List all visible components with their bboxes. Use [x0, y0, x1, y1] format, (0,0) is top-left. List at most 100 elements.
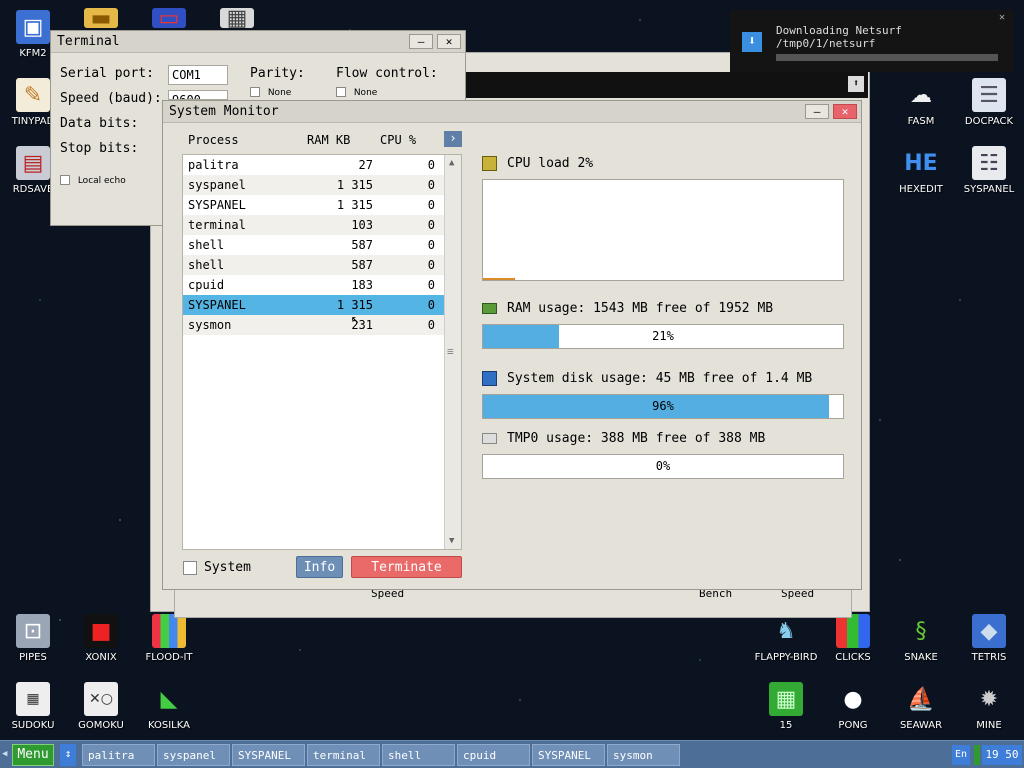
bird-icon: ♞ [776, 618, 796, 644]
process-row[interactable]: syspanel 1 315 0 [183, 175, 461, 195]
process-row[interactable]: terminal 103 0 [183, 215, 461, 235]
taskbar-item-syspanel[interactable]: syspanel [157, 744, 230, 766]
process-row[interactable]: cpuid 183 0 [183, 275, 461, 295]
process-row[interactable]: shell 587 0 [183, 255, 461, 275]
desktop-icon-clicks[interactable]: CLICKS [820, 614, 886, 663]
system-checkbox[interactable] [183, 560, 197, 575]
clock[interactable]: 19 50 [982, 745, 1022, 765]
notepad-icon: ✎ [16, 78, 50, 112]
system-checkbox-option[interactable]: System [183, 560, 251, 575]
parity-none-checkbox[interactable] [250, 86, 260, 97]
taskbar-item-shell[interactable]: shell [382, 744, 455, 766]
serial-port-field[interactable]: COM1 [168, 65, 228, 85]
window-switch-button[interactable]: ↕ [60, 744, 76, 766]
expand-panel-button[interactable]: › [444, 131, 462, 147]
desktop-icon-tetris[interactable]: ◆ TETRIS [956, 614, 1022, 663]
process-row[interactable]: sysmon 231 0 [183, 315, 461, 335]
scroll-down-icon[interactable]: ▼ [449, 536, 454, 546]
col-process[interactable]: Process [188, 133, 239, 147]
process-row-selected[interactable]: SYSPANEL 1 315 0 [183, 295, 461, 315]
serial-port-label: Serial port: [60, 66, 154, 81]
taskbar-item-syspanel-3[interactable]: SYSPANEL [532, 744, 605, 766]
local-echo-checkbox[interactable] [60, 174, 70, 185]
terminal-minimize-button[interactable]: — [409, 34, 433, 49]
desktop-icon-xonix[interactable]: ■ XONIX [68, 614, 134, 663]
process-ram: 103 [351, 218, 373, 232]
docpack-icon: ☰ [972, 78, 1006, 112]
flow-option[interactable]: None [336, 84, 377, 99]
flow-none-checkbox[interactable] [336, 86, 346, 97]
download-progress-bar [776, 54, 998, 61]
process-ram: 183 [351, 278, 373, 292]
taskbar-item-cpuid[interactable]: cpuid [457, 744, 530, 766]
process-row[interactable]: palitra 27 0 [183, 155, 461, 175]
scroll-grip-icon[interactable]: ≡ [447, 345, 454, 358]
language-indicator[interactable]: En [952, 745, 970, 765]
ship-icon: ⛵ [907, 686, 935, 712]
process-list[interactable]: palitra 27 0 syspanel 1 315 0 SYSPANEL 1 315 0… [182, 154, 462, 550]
notification-close-button[interactable]: ✕ [999, 12, 1005, 23]
process-ram: 587 [351, 258, 373, 272]
desktop-icon-syspanel[interactable]: ☷ SYSPANEL [956, 146, 1022, 195]
local-echo-option[interactable]: Local echo [60, 172, 126, 187]
taskbar-item-syspanel-2[interactable]: SYSPANEL [232, 744, 305, 766]
taskbar-left-arrow-icon[interactable]: ◀ [2, 749, 7, 759]
col-cpu[interactable]: CPU % [380, 133, 416, 147]
process-ram: 1 315 [336, 298, 373, 312]
taskbar-item-terminal[interactable]: terminal [307, 744, 380, 766]
process-name: sysmon [188, 318, 232, 332]
menu-button[interactable]: Menu [12, 744, 54, 766]
sudoku-icon: ▦ [16, 682, 50, 716]
desktop-icon-flappy-bird[interactable]: ♞ FLAPPY-BIRD [752, 614, 820, 664]
terminate-button[interactable]: Terminate [351, 556, 462, 578]
desktop-icon-mine[interactable]: ✹ MINE [956, 682, 1022, 732]
desktop-icon-pipes[interactable]: ⊡ PIPES [0, 614, 66, 663]
process-row[interactable]: SYSPANEL 1 315 0 [183, 195, 461, 215]
sysmon-titlebar[interactable]: System Monitor — ✕ [163, 101, 861, 123]
desktop-icon-snake[interactable]: § SNAKE [888, 614, 954, 664]
desktop-icon-hexedit[interactable]: HE HEXEDIT [888, 146, 954, 196]
desktop-icon-15[interactable]: ▦ 15 [752, 682, 820, 731]
ram-usage-label: RAM usage: 1543 MB free of 1952 MB [507, 301, 774, 316]
tmp-usage-bar: 0% [482, 454, 844, 479]
sysmon-close-button[interactable]: ✕ [833, 104, 857, 119]
taskbar-item-palitra[interactable]: palitra [82, 744, 155, 766]
sysmon-minimize-button[interactable]: — [805, 104, 829, 119]
col-ram[interactable]: RAM KB [307, 133, 350, 147]
process-row[interactable]: shell 587 0 [183, 235, 461, 255]
disk-save-icon: ▤ [16, 146, 50, 180]
disk-usage-label-row: System disk usage: 45 MB free of 1.4 MB [482, 371, 812, 386]
terminal-titlebar[interactable]: Terminal — ✕ [51, 31, 465, 53]
mouse-cursor-icon: ↖ [351, 311, 360, 327]
process-cpu: 0 [427, 218, 435, 232]
desktop-icon-fasm[interactable]: ☁ FASM [888, 78, 954, 128]
disk-usage-label: System disk usage: 45 MB free of 1.4 MB [507, 371, 813, 386]
scroll-up-icon[interactable]: ▲ [449, 158, 454, 168]
desktop-icon-seawar[interactable]: ⛵ SEAWAR [888, 682, 954, 732]
desktop-icon-docpack[interactable]: ☰ DOCPACK [956, 78, 1022, 127]
desktop-icon-gomoku[interactable]: ✕○ GOMOKU [68, 682, 134, 731]
desktop-icon-kosilka[interactable]: ◣ KOSILKA [136, 682, 202, 732]
parity-none-label: None [267, 88, 292, 98]
desktop-icon-monitor[interactable]: ▭ [136, 6, 202, 32]
desktop-icon-calculator[interactable]: ▦ [204, 6, 270, 32]
tmp-usage-percent: 0% [655, 459, 671, 473]
speed-field[interactable]: 9600 [168, 90, 228, 100]
desktop-icon-pong[interactable]: ● PONG [820, 682, 886, 732]
download-icon: ⬇ [742, 32, 762, 52]
upload-icon[interactable]: ⬆ [848, 76, 864, 92]
terminal-close-button[interactable]: ✕ [437, 34, 461, 49]
parity-option[interactable]: None [250, 84, 291, 99]
process-cpu: 0 [427, 318, 435, 332]
desktop-icon-sudoku[interactable]: ▦ SUDOKU [0, 682, 66, 731]
notification-title: Downloading Netsurf [776, 24, 902, 37]
taskbar-item-sysmon[interactable]: sysmon [607, 744, 680, 766]
desktop-icon-flood-it[interactable]: FLOOD-IT [136, 614, 202, 663]
process-cpu: 0 [427, 258, 435, 272]
desktop-icon-folder[interactable]: ▬ [68, 6, 134, 32]
calculator-icon: ▦ [220, 6, 254, 31]
process-list-scrollbar[interactable]: ▲ ≡ ▼ [444, 155, 461, 549]
download-notification[interactable]: ⬇ Downloading Netsurf /tmp0/1/netsurf ✕ [730, 10, 1013, 72]
info-button[interactable]: Info [296, 556, 343, 578]
ram-module-icon [482, 303, 497, 314]
